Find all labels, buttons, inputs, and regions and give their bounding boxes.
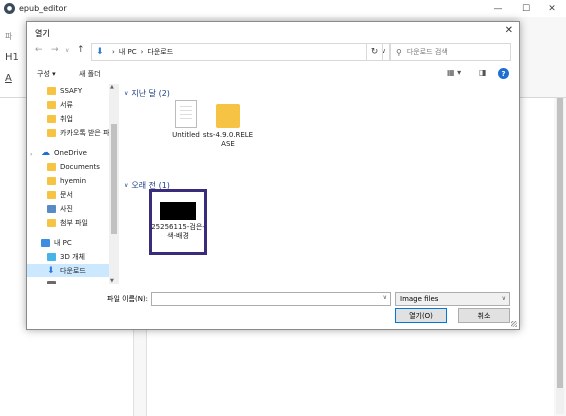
folder-icon xyxy=(47,114,56,123)
filename-label: 파일 이름(N): xyxy=(107,295,149,303)
cloud-icon: ☁ xyxy=(41,147,50,158)
chevron-down-icon[interactable]: ∨ xyxy=(383,294,387,301)
chevron-down-icon: ∨ xyxy=(124,182,129,189)
nav-item-pictures[interactable]: 사진 xyxy=(27,202,115,215)
nav-item-kakaotalk[interactable]: 카카오톡 받은 파 xyxy=(27,126,115,139)
documents-icon xyxy=(47,280,56,284)
dialog-title: 열기 xyxy=(35,29,50,38)
minimize-icon[interactable]: — xyxy=(484,0,512,17)
app-icon: ● xyxy=(4,3,15,14)
preview-pane-icon[interactable]: ◨ xyxy=(479,68,487,77)
filetype-select[interactable]: Image files ∨ xyxy=(395,292,510,306)
app-titlebar: ● epub_editor — ☐ ✕ xyxy=(0,0,566,17)
scroll-down-icon[interactable]: ▼ xyxy=(110,278,114,284)
nav-item-ssafy[interactable]: SSAFY xyxy=(27,84,115,97)
folder-icon xyxy=(47,190,56,199)
search-placeholder: 다운로드 검색 xyxy=(406,48,448,56)
navigation-pane: SSAFY 서류 취업 카카오톡 받은 파 ☁ OneDrive › Docume… xyxy=(27,84,119,284)
breadcrumb-downloads[interactable]: 다운로드 xyxy=(147,47,173,57)
close-window-icon[interactable]: ✕ xyxy=(538,0,566,17)
3d-icon xyxy=(47,252,56,261)
nav-item-docs[interactable]: 문서 xyxy=(27,188,115,201)
nav-item-hyemin[interactable]: hyemin xyxy=(27,174,115,187)
scroll-up-icon[interactable]: ▲ xyxy=(110,84,114,90)
folder-icon xyxy=(47,128,56,137)
font-tool[interactable]: A xyxy=(5,73,12,84)
nav-item-cutoff[interactable] xyxy=(27,278,115,284)
folder-icon xyxy=(47,176,56,185)
heading-tool[interactable]: H1 xyxy=(5,52,19,63)
nav-item-downloads[interactable]: ⬇ 다운로드 xyxy=(27,264,115,277)
view-options-icon[interactable]: ▦ ▾ xyxy=(447,68,461,77)
recent-dropdown-icon[interactable]: ∨ xyxy=(65,47,69,54)
document-thumbnail-icon xyxy=(175,100,197,128)
close-icon[interactable]: ✕ xyxy=(505,25,513,36)
folder-icon xyxy=(47,100,56,109)
para-tool[interactable]: 파 xyxy=(5,31,12,42)
nav-item-onedrive[interactable]: ☁ OneDrive xyxy=(27,146,115,159)
chevron-down-icon[interactable]: ∨ xyxy=(502,295,506,302)
download-folder-icon: ⬇ xyxy=(96,47,104,57)
nav-item-job[interactable]: 취업 xyxy=(27,112,115,125)
open-file-dialog: 열기 ✕ ← → ∨ ↑ ⬇ › 내 PC › 다운로드 ∨ ↻ ⚲ 다운로드 … xyxy=(26,21,520,330)
folder-thumbnail-icon xyxy=(216,104,240,128)
chevron-down-icon: ∨ xyxy=(124,90,129,97)
nav-item-3d-objects[interactable]: 3D 개체 xyxy=(27,250,115,263)
expander-icon[interactable]: › xyxy=(30,151,32,158)
nav-item-my-pc[interactable]: 내 PC xyxy=(27,236,115,249)
open-button[interactable]: 열기(O) xyxy=(395,308,447,323)
folder-item[interactable]: sts-4.9.0.RELEASE xyxy=(201,100,255,149)
organize-button[interactable]: 구성 ▾ xyxy=(37,69,56,79)
app-scrollbar[interactable] xyxy=(556,98,564,414)
folder-icon xyxy=(47,218,56,227)
dialog-toolbar: 구성 ▾ 새 폴더 ▦ ▾ ◨ ? xyxy=(27,66,519,83)
breadcrumb-separator: › xyxy=(140,48,144,56)
help-icon[interactable]: ? xyxy=(498,68,509,79)
refresh-icon[interactable]: ↻ xyxy=(366,43,383,61)
nav-item-documents-kr[interactable]: 서류 xyxy=(27,98,115,111)
nav-item-documents[interactable]: Documents xyxy=(27,160,115,173)
breadcrumb-my-pc[interactable]: 내 PC xyxy=(119,47,137,57)
filename-row: 파일 이름(N): ∨ Image files ∨ xyxy=(27,290,519,308)
forward-icon[interactable]: → xyxy=(51,45,59,55)
folder-icon xyxy=(47,86,56,95)
nav-item-attachments[interactable]: 첨부 파일 xyxy=(27,216,115,229)
search-icon: ⚲ xyxy=(396,47,402,57)
file-name: 25256115-검은-색-배경 xyxy=(151,223,205,240)
back-icon[interactable]: ← xyxy=(35,45,43,55)
search-input[interactable]: ⚲ 다운로드 검색 xyxy=(389,43,511,61)
address-bar[interactable]: ⬇ › 내 PC › 다운로드 ∨ xyxy=(91,43,391,61)
app-title: epub_editor xyxy=(19,4,67,13)
filename-input[interactable]: ∨ xyxy=(151,292,391,306)
file-name: sts-4.9.0.RELEASE xyxy=(202,131,254,148)
download-icon: ⬇ xyxy=(47,265,55,276)
image-file-item[interactable]: 25256115-검은-색-배경 xyxy=(151,196,205,241)
nav-scrollbar[interactable]: ▲ ▼ xyxy=(109,84,119,284)
pictures-icon xyxy=(47,204,56,213)
cancel-button[interactable]: 취소 xyxy=(458,308,510,323)
app-scroll-thumb[interactable] xyxy=(557,98,563,388)
new-folder-button[interactable]: 새 폴더 xyxy=(79,69,101,79)
folder-icon xyxy=(47,162,56,171)
navigation-row: ← → ∨ ↑ ⬇ › 내 PC › 다운로드 ∨ ↻ ⚲ 다운로드 검색 xyxy=(27,41,519,63)
pc-icon xyxy=(41,238,50,247)
group-header-last-month[interactable]: ∨ 지난 달 (2) xyxy=(124,88,170,99)
file-list: ∨ 지난 달 (2) Untitled sts-4.9.0.RELEASE ∨ 오래… xyxy=(121,84,519,284)
nav-scroll-thumb[interactable] xyxy=(111,124,117,234)
breadcrumb-separator: › xyxy=(112,48,115,56)
up-icon[interactable]: ↑ xyxy=(77,45,85,55)
resize-grip-icon[interactable] xyxy=(511,321,517,327)
maximize-icon[interactable]: ☐ xyxy=(512,0,540,17)
image-thumbnail-icon xyxy=(160,202,196,220)
